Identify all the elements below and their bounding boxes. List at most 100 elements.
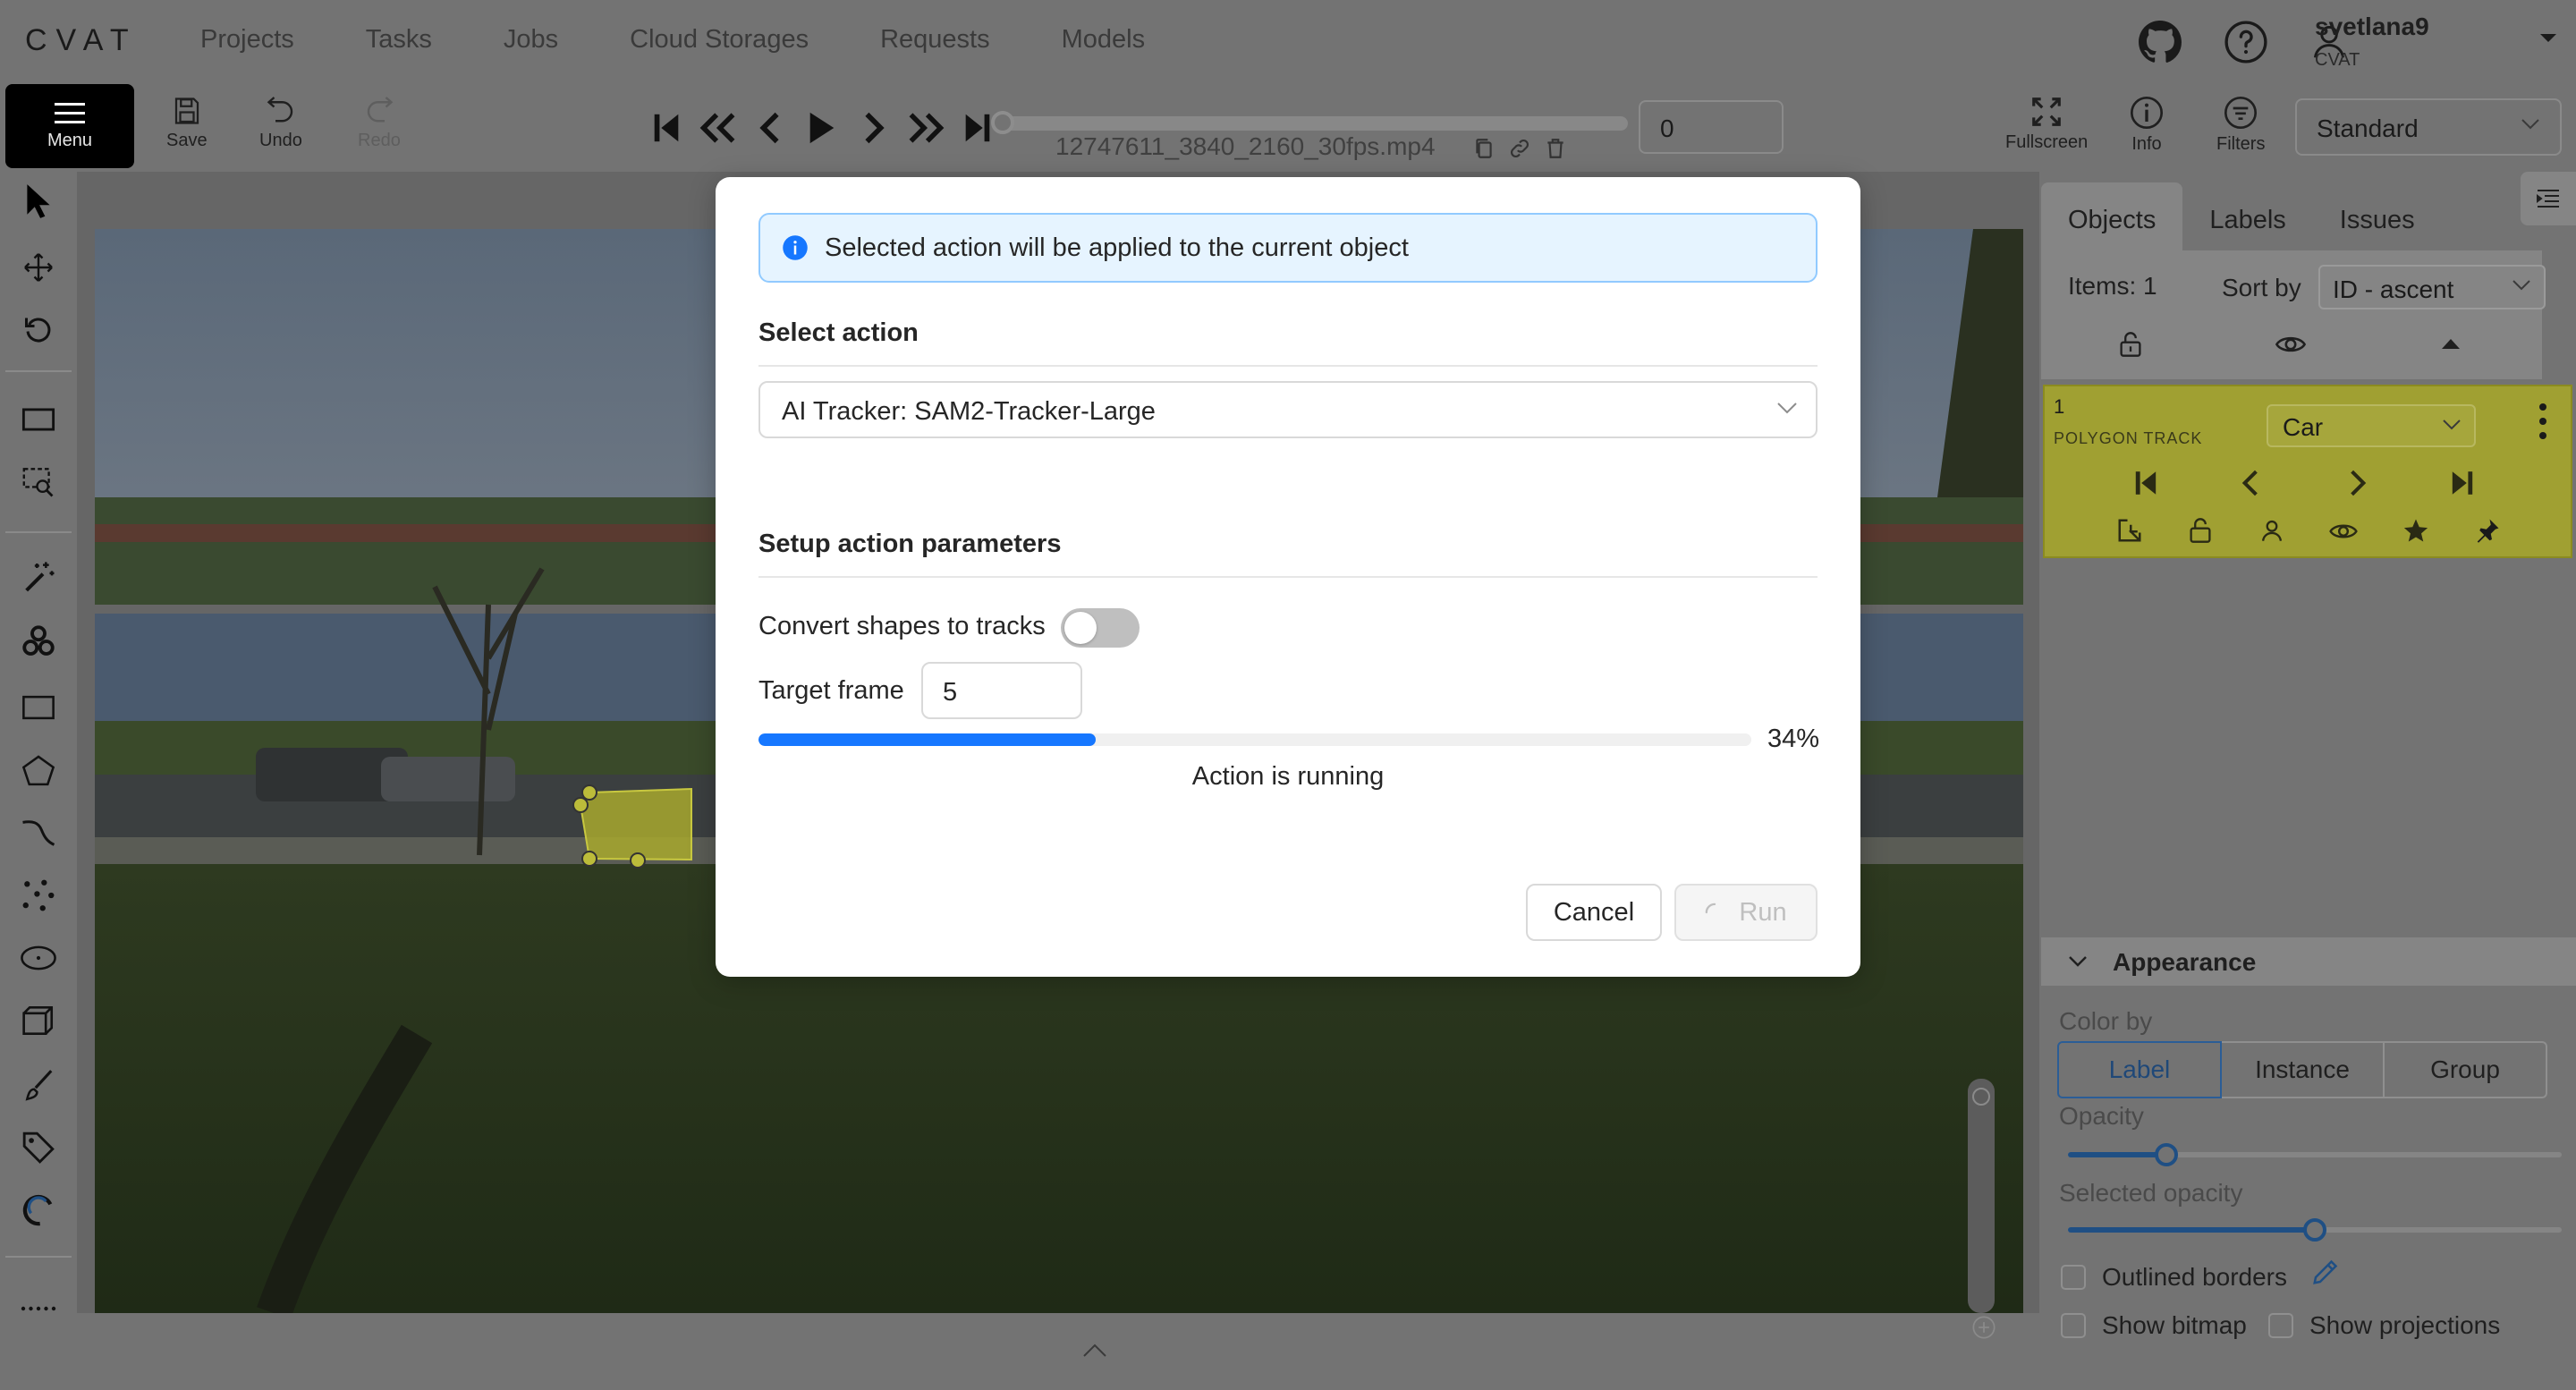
tab-labels[interactable]: Labels [2182,182,2312,250]
fullscreen-button[interactable]: Fullscreen [2005,95,2088,153]
more-vertical-icon[interactable] [2538,403,2547,440]
github-icon[interactable] [2138,20,2182,64]
object-label-select[interactable]: Car [2267,404,2476,447]
cuboid-tool[interactable] [20,1002,57,1039]
outside-icon[interactable] [2116,517,2143,544]
tab-objects[interactable]: Objects [2041,182,2183,250]
first-frame-button[interactable] [640,107,692,148]
nav-models[interactable]: Models [1062,25,1146,55]
cursor-tool[interactable] [20,182,57,220]
user-menu[interactable]: svetlana9 CVAT [2315,13,2429,71]
brush-tool[interactable] [20,1066,57,1104]
frame-slider-handle[interactable] [991,111,1014,134]
occluded-user-icon[interactable] [2259,517,2284,544]
link-icon[interactable] [1508,136,1531,161]
next-frame-button[interactable] [848,107,900,148]
undo-label: Undo [259,131,302,150]
zoom-region-tool[interactable] [20,463,57,501]
skeleton-tool[interactable] [20,1191,57,1229]
filters-button[interactable]: Filters [2216,95,2265,155]
color-picker-icon[interactable] [2311,1259,2338,1286]
rectangle-tool[interactable] [20,689,57,726]
user-dropdown-icon[interactable] [2538,32,2558,45]
opacity-slider[interactable] [2068,1143,2562,1166]
color-by-label-option[interactable]: Label [2057,1041,2222,1098]
opacity-label: Opacity [2059,1102,2144,1130]
star-icon[interactable] [2402,517,2429,544]
rotate-tool[interactable] [20,311,57,349]
fit-image-tool[interactable] [20,401,57,438]
workspace-select[interactable]: Standard [2295,98,2562,156]
chevron-up-icon[interactable] [1082,1342,1107,1358]
sidebar-collapse-button[interactable] [2521,172,2576,225]
first-keyframe-icon[interactable] [2134,469,2157,497]
show-projections-checkbox[interactable] [2268,1313,2293,1338]
save-button[interactable]: Save [166,95,208,151]
help-icon[interactable] [2224,20,2268,64]
nav-tasks[interactable]: Tasks [366,25,432,55]
nav-projects[interactable]: Projects [200,25,294,55]
show-bitmap-checkbox[interactable] [2061,1313,2086,1338]
cancel-button[interactable]: Cancel [1526,884,1662,941]
lock-icon[interactable] [2188,517,2213,544]
object-label-value: Car [2283,413,2324,441]
color-by-radio-group: Label Instance Group [2057,1041,2547,1098]
color-by-instance-option[interactable]: Instance [2220,1041,2385,1098]
info-icon [2131,97,2163,129]
play-button[interactable] [796,107,848,148]
object-card[interactable]: 1 POLYGON TRACK Car [2043,385,2572,558]
nav-requests[interactable]: Requests [880,25,990,55]
fast-forward-button[interactable] [900,107,952,148]
copy-icon[interactable] [1472,136,1496,161]
run-button[interactable]: Run [1674,884,1818,941]
action-select[interactable]: AI Tracker: SAM2-Tracker-Large [758,381,1818,438]
polyline-tool[interactable] [20,814,57,852]
previous-frame-button[interactable] [744,107,796,148]
nav-jobs[interactable]: Jobs [504,25,558,55]
move-icon [24,253,53,282]
next-keyframe-icon[interactable] [2349,469,2367,497]
eye-icon[interactable] [2329,521,2358,542]
move-tool[interactable] [20,249,57,286]
target-frame-input[interactable]: 5 [921,662,1082,719]
tab-issues[interactable]: Issues [2313,182,2442,250]
outlined-borders-checkbox[interactable] [2061,1265,2086,1290]
polygon-tool[interactable] [20,751,57,789]
more-tools[interactable] [20,1290,57,1327]
magic-wand-tool[interactable] [20,558,57,596]
selected-opacity-slider[interactable] [2068,1218,2562,1242]
lock-all-icon[interactable] [2118,331,2143,358]
appearance-header[interactable]: Appearance [2041,937,2576,986]
canvas-scrollbar[interactable] [1968,1079,1995,1313]
fast-backward-button[interactable] [692,107,744,148]
ellipse-tool[interactable] [20,939,57,977]
info-button[interactable]: Info [2129,95,2165,155]
selected-opacity-slider-handle[interactable] [2303,1218,2326,1242]
zoom-in-icon[interactable] [1971,1315,1996,1340]
menu-button[interactable]: Menu [5,84,134,168]
sort-select[interactable]: ID - ascent [2318,265,2546,309]
tag-tool[interactable] [20,1129,57,1166]
collapse-all-icon[interactable] [2440,336,2462,351]
pin-icon[interactable] [2474,517,2501,544]
cvat-logo[interactable]: CVAT [25,23,138,58]
nav-cloud-storages[interactable]: Cloud Storages [630,25,809,55]
undo-button[interactable]: Undo [259,95,302,151]
delete-icon[interactable] [1544,136,1567,161]
frame-number-input[interactable]: 0 [1639,100,1784,154]
eye-all-icon[interactable] [2275,333,2306,356]
convert-shapes-switch[interactable] [1061,608,1140,648]
redo-button[interactable]: Redo [358,95,401,151]
skeleton-icon [22,1194,53,1226]
setup-parameters-title: Setup action parameters [758,530,1062,558]
openvino-tool[interactable] [20,623,57,660]
color-by-group-option[interactable]: Group [2383,1041,2547,1098]
frame-slider-track[interactable] [1000,116,1628,131]
last-keyframe-icon[interactable] [2451,469,2474,497]
divider [758,365,1818,367]
previous-keyframe-icon[interactable] [2241,469,2259,497]
object-type: POLYGON TRACK [2054,429,2203,447]
outlined-borders-label: Outlined borders [2102,1263,2288,1291]
main-nav: Projects Tasks Jobs Cloud Storages Reque… [200,25,1216,55]
points-tool[interactable] [20,877,57,914]
